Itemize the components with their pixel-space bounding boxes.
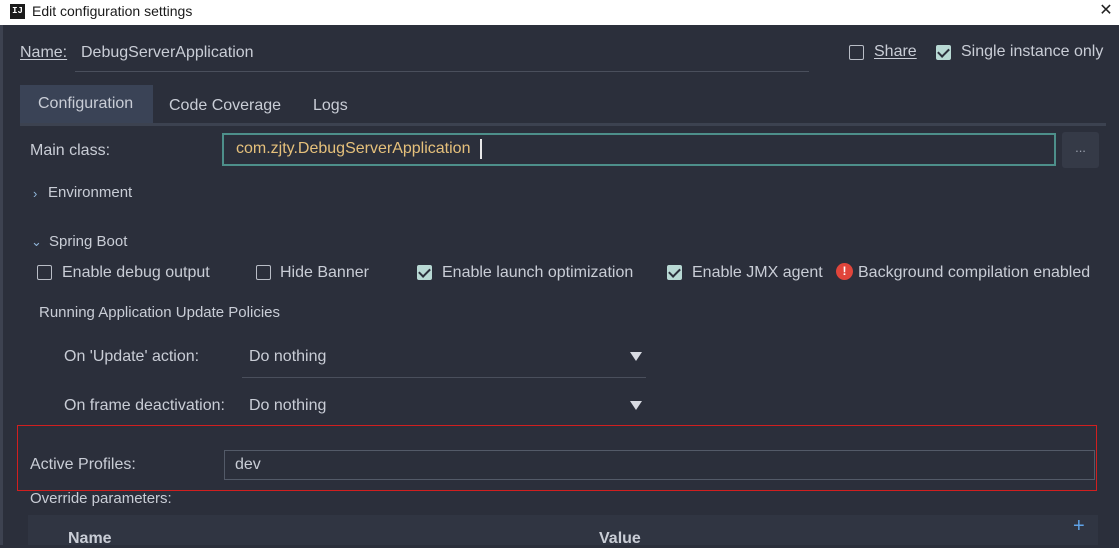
environment-section-toggle[interactable]: Environment <box>48 184 132 201</box>
single-instance-label: Single instance only <box>961 43 1104 60</box>
enable-jmx-agent-checkbox[interactable] <box>667 265 682 280</box>
on-update-label: On 'Update' action: <box>64 348 200 365</box>
checkmark-icon <box>937 45 950 58</box>
add-icon[interactable]: + <box>1073 516 1085 536</box>
main-class-label: Main class: <box>30 142 111 159</box>
window-title: Edit configuration settings <box>32 3 193 19</box>
active-profiles-label: Active Profiles: <box>30 456 136 473</box>
update-policies-heading: Running Application Update Policies <box>39 304 280 321</box>
chevron-down-icon[interactable]: ⌄ <box>31 234 42 250</box>
active-profiles-input[interactable] <box>224 450 1095 480</box>
dropdown-arrow-icon[interactable] <box>630 401 642 410</box>
tab-configuration[interactable]: Configuration <box>38 95 133 113</box>
tab-code-coverage[interactable]: Code Coverage <box>169 97 281 115</box>
checkmark-icon <box>668 265 681 278</box>
name-field[interactable]: DebugServerApplication <box>81 44 254 62</box>
app-logo-icon: IJ <box>10 4 25 19</box>
enable-jmx-agent-label: Enable JMX agent <box>692 264 823 281</box>
override-parameters-label: Override parameters: <box>30 490 172 507</box>
single-instance-checkbox[interactable] <box>936 45 951 60</box>
text-caret <box>480 139 482 159</box>
enable-debug-output-label: Enable debug output <box>62 264 210 281</box>
checkmark-icon <box>418 265 431 278</box>
share-checkbox[interactable] <box>849 45 864 60</box>
background-compilation-warning: Background compilation enabled <box>858 264 1091 281</box>
share-label: Share <box>874 43 917 61</box>
name-label-text: Name: <box>20 44 68 61</box>
chevron-right-icon[interactable]: › <box>33 186 37 201</box>
enable-launch-optimization-label: Enable launch optimization <box>442 264 634 281</box>
on-update-dropdown-underline <box>242 377 646 378</box>
tab-strip-divider <box>20 123 1106 126</box>
window-frame-edge <box>0 25 3 545</box>
table-header-name[interactable]: Name <box>68 530 112 548</box>
name-label: Name: <box>20 44 67 62</box>
name-field-underline <box>75 71 809 72</box>
spring-boot-section-toggle[interactable]: Spring Boot <box>49 233 127 250</box>
on-frame-deactivation-label: On frame deactivation: <box>64 397 225 414</box>
enable-debug-output-checkbox[interactable] <box>37 265 52 280</box>
warning-icon: ! <box>836 263 853 280</box>
close-icon[interactable]: ✕ <box>1093 0 1119 22</box>
tab-logs[interactable]: Logs <box>313 97 348 115</box>
browse-button[interactable]: ... <box>1062 132 1099 168</box>
on-update-dropdown[interactable]: Do nothing <box>249 348 326 366</box>
on-frame-deactivation-dropdown[interactable]: Do nothing <box>249 397 326 415</box>
enable-launch-optimization-checkbox[interactable] <box>417 265 432 280</box>
hide-banner-label: Hide Banner <box>280 264 369 281</box>
hide-banner-checkbox[interactable] <box>256 265 271 280</box>
table-header-value[interactable]: Value <box>599 530 641 548</box>
main-class-value: com.zjty.DebugServerApplication <box>236 140 471 157</box>
dropdown-arrow-icon[interactable] <box>630 352 642 361</box>
override-parameters-table <box>28 515 1098 545</box>
share-label-text: Share <box>874 43 917 60</box>
active-profiles-value: dev <box>235 456 261 473</box>
